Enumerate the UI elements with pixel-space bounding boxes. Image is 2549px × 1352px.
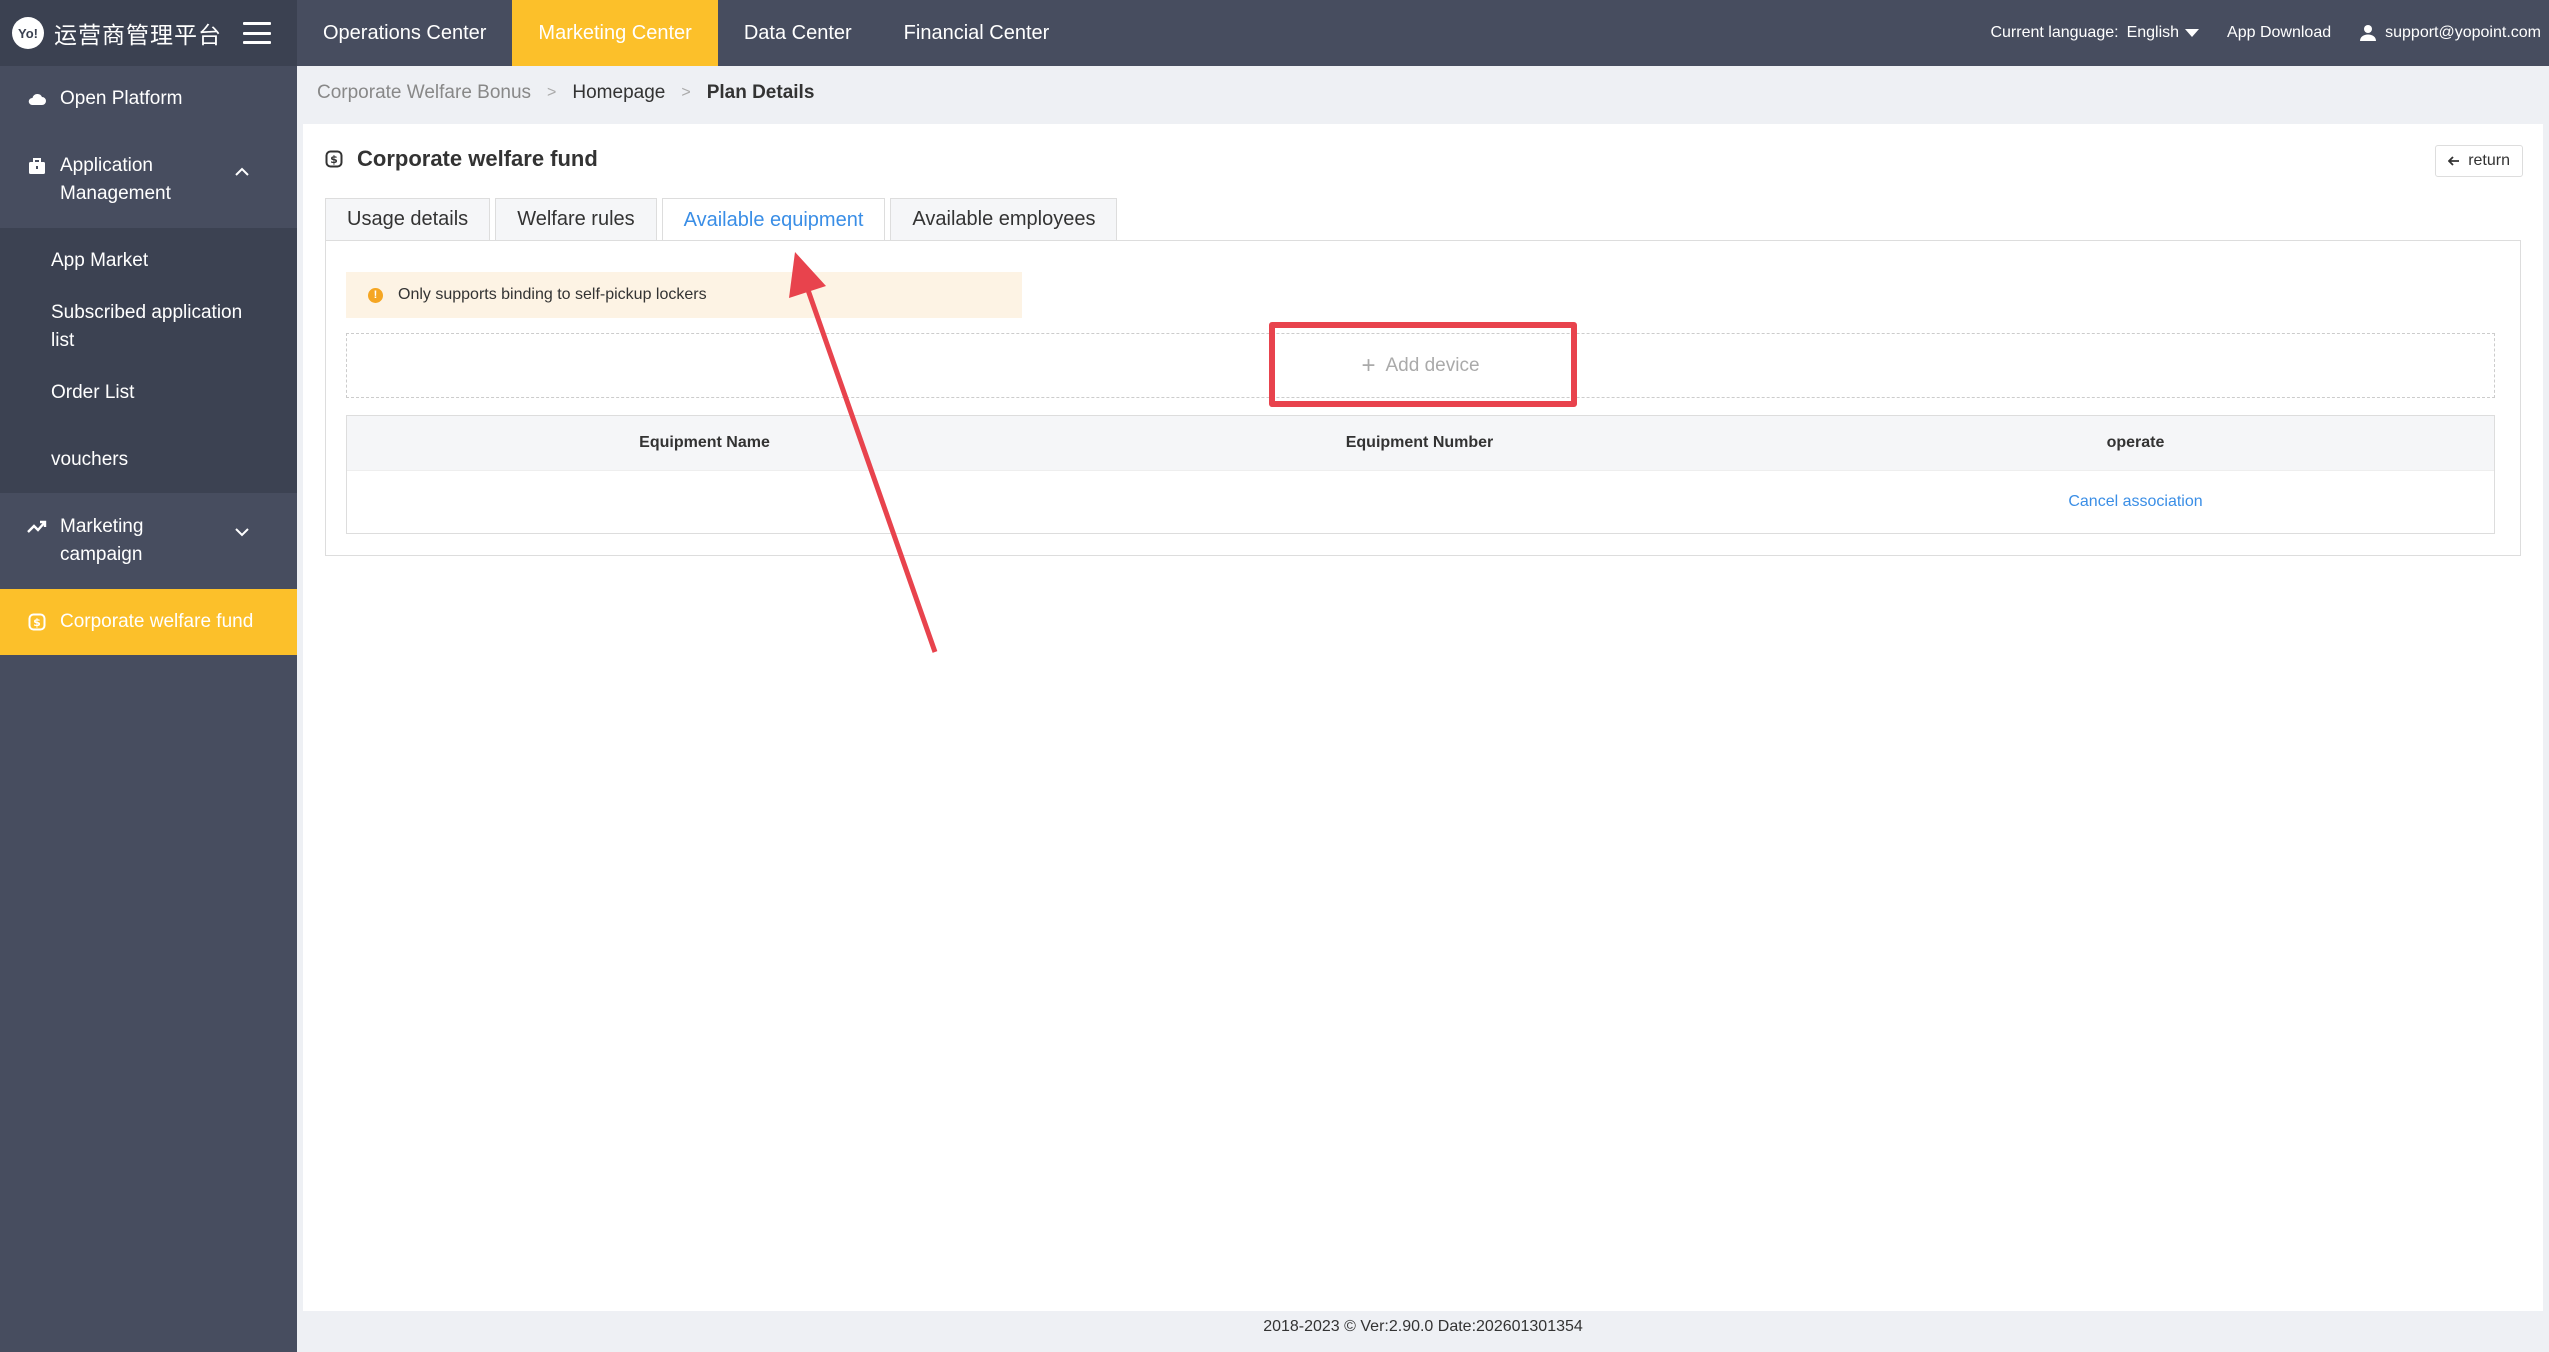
chevron-down-icon (235, 517, 249, 545)
notice-text: Only supports binding to self-pickup loc… (398, 286, 707, 303)
cancel-association-link[interactable]: Cancel association (2068, 493, 2202, 510)
breadcrumb-separator: > (547, 84, 557, 101)
column-header-equipment-name: Equipment Name (639, 434, 770, 451)
nav-tab-marketing-center[interactable]: Marketing Center (512, 0, 718, 66)
warning-icon: ! (368, 287, 383, 303)
sidebar-item-order-list[interactable]: Order List (0, 360, 297, 426)
breadcrumb-item-plan-details: Plan Details (706, 82, 815, 103)
welfare-fund-icon: $ (26, 611, 48, 633)
user-email: support@yopoint.com (2385, 24, 2541, 41)
page-title: Corporate welfare fund (357, 146, 598, 171)
column-header-operate: operate (2106, 434, 2165, 451)
sidebar-item-vouchers[interactable]: vouchers (0, 426, 297, 493)
app-management-submenu: App Market Subscribed application list O… (0, 228, 297, 493)
svg-text:$: $ (33, 616, 41, 629)
top-nav-right: Current language: English App Download s… (1962, 0, 2541, 66)
sidebar-item-label: Open Platform (60, 88, 183, 109)
sidebar: Yo! 运营商管理平台 Open Platform Application Ma… (0, 0, 297, 1352)
sidebar-item-label: Application Management (60, 155, 171, 204)
user-menu[interactable]: support@yopoint.com (2359, 24, 2541, 42)
footer-version: 2018-2023 © Ver:2.90.0 Date:202601301354 (1263, 1318, 1583, 1335)
sidebar-item-label: Corporate welfare fund (60, 611, 254, 632)
app-download-link[interactable]: App Download (2227, 24, 2331, 42)
sidebar-item-label: Marketing campaign (60, 516, 144, 565)
plan-tabs: Usage details Welfare rules Available eq… (325, 198, 1122, 241)
logo-icon: Yo! (12, 17, 44, 49)
plan-details-card: $ Corporate welfare fund return Usage de… (303, 124, 2543, 1311)
annotation-highlight-box (1269, 322, 1577, 407)
tab-available-employees[interactable]: Available employees (890, 198, 1118, 240)
return-button[interactable]: return (2435, 145, 2523, 177)
return-arrow-icon (2447, 153, 2460, 169)
nav-tab-financial-center[interactable]: Financial Center (878, 0, 1076, 66)
breadcrumb-item-corporate-welfare-bonus[interactable]: Corporate Welfare Bonus (317, 82, 531, 104)
column-header-equipment-number: Equipment Number (1345, 434, 1494, 451)
tab-usage-details[interactable]: Usage details (325, 198, 491, 240)
operate-cell: Cancel association (1777, 493, 2494, 511)
language-selector[interactable]: Current language: English (1990, 24, 2200, 42)
tab-welfare-rules[interactable]: Welfare rules (495, 198, 657, 240)
equipment-table: Equipment Name Equipment Number operate … (346, 415, 2495, 534)
top-navigation: Operations Center Marketing Center Data … (297, 0, 2549, 66)
breadcrumb-item-homepage[interactable]: Homepage (572, 82, 665, 104)
nav-tab-data-center[interactable]: Data Center (718, 0, 878, 66)
notice-banner: ! Only supports binding to self-pickup l… (346, 272, 1022, 318)
briefcase-icon (26, 155, 48, 177)
nav-tab-operations-center[interactable]: Operations Center (297, 0, 512, 66)
table-header: Equipment Name Equipment Number operate (347, 416, 2494, 470)
user-icon (2359, 24, 2377, 42)
svg-text:$: $ (330, 153, 338, 166)
table-row: Cancel association (347, 470, 2494, 533)
return-label: return (2468, 152, 2510, 169)
language-value: English (2126, 24, 2180, 41)
hamburger-menu-icon[interactable] (243, 22, 271, 44)
platform-title: 运营商管理平台 (54, 22, 222, 48)
caret-down-icon (2185, 29, 2200, 37)
breadcrumb: Corporate Welfare Bonus > Homepage > Pla… (317, 82, 814, 104)
sidebar-item-corporate-welfare-fund[interactable]: $ Corporate welfare fund (0, 589, 297, 655)
tab-available-equipment[interactable]: Available equipment (661, 198, 886, 241)
trend-up-icon (26, 516, 48, 538)
card-header: $ Corporate welfare fund (325, 146, 598, 172)
sidebar-item-open-platform[interactable]: Open Platform (0, 66, 297, 132)
chevron-up-icon (235, 156, 249, 184)
breadcrumb-separator: > (681, 84, 691, 101)
sidebar-item-subscribed-apps[interactable]: Subscribed application list (0, 294, 260, 360)
welfare-fund-icon: $ (325, 150, 343, 168)
cloud-icon (26, 88, 48, 110)
sidebar-item-marketing-campaign[interactable]: Marketing campaign (0, 493, 297, 589)
sidebar-item-application-management[interactable]: Application Management (0, 132, 297, 228)
language-label: Current language: (1990, 24, 2119, 41)
sidebar-item-app-market[interactable]: App Market (0, 228, 297, 294)
